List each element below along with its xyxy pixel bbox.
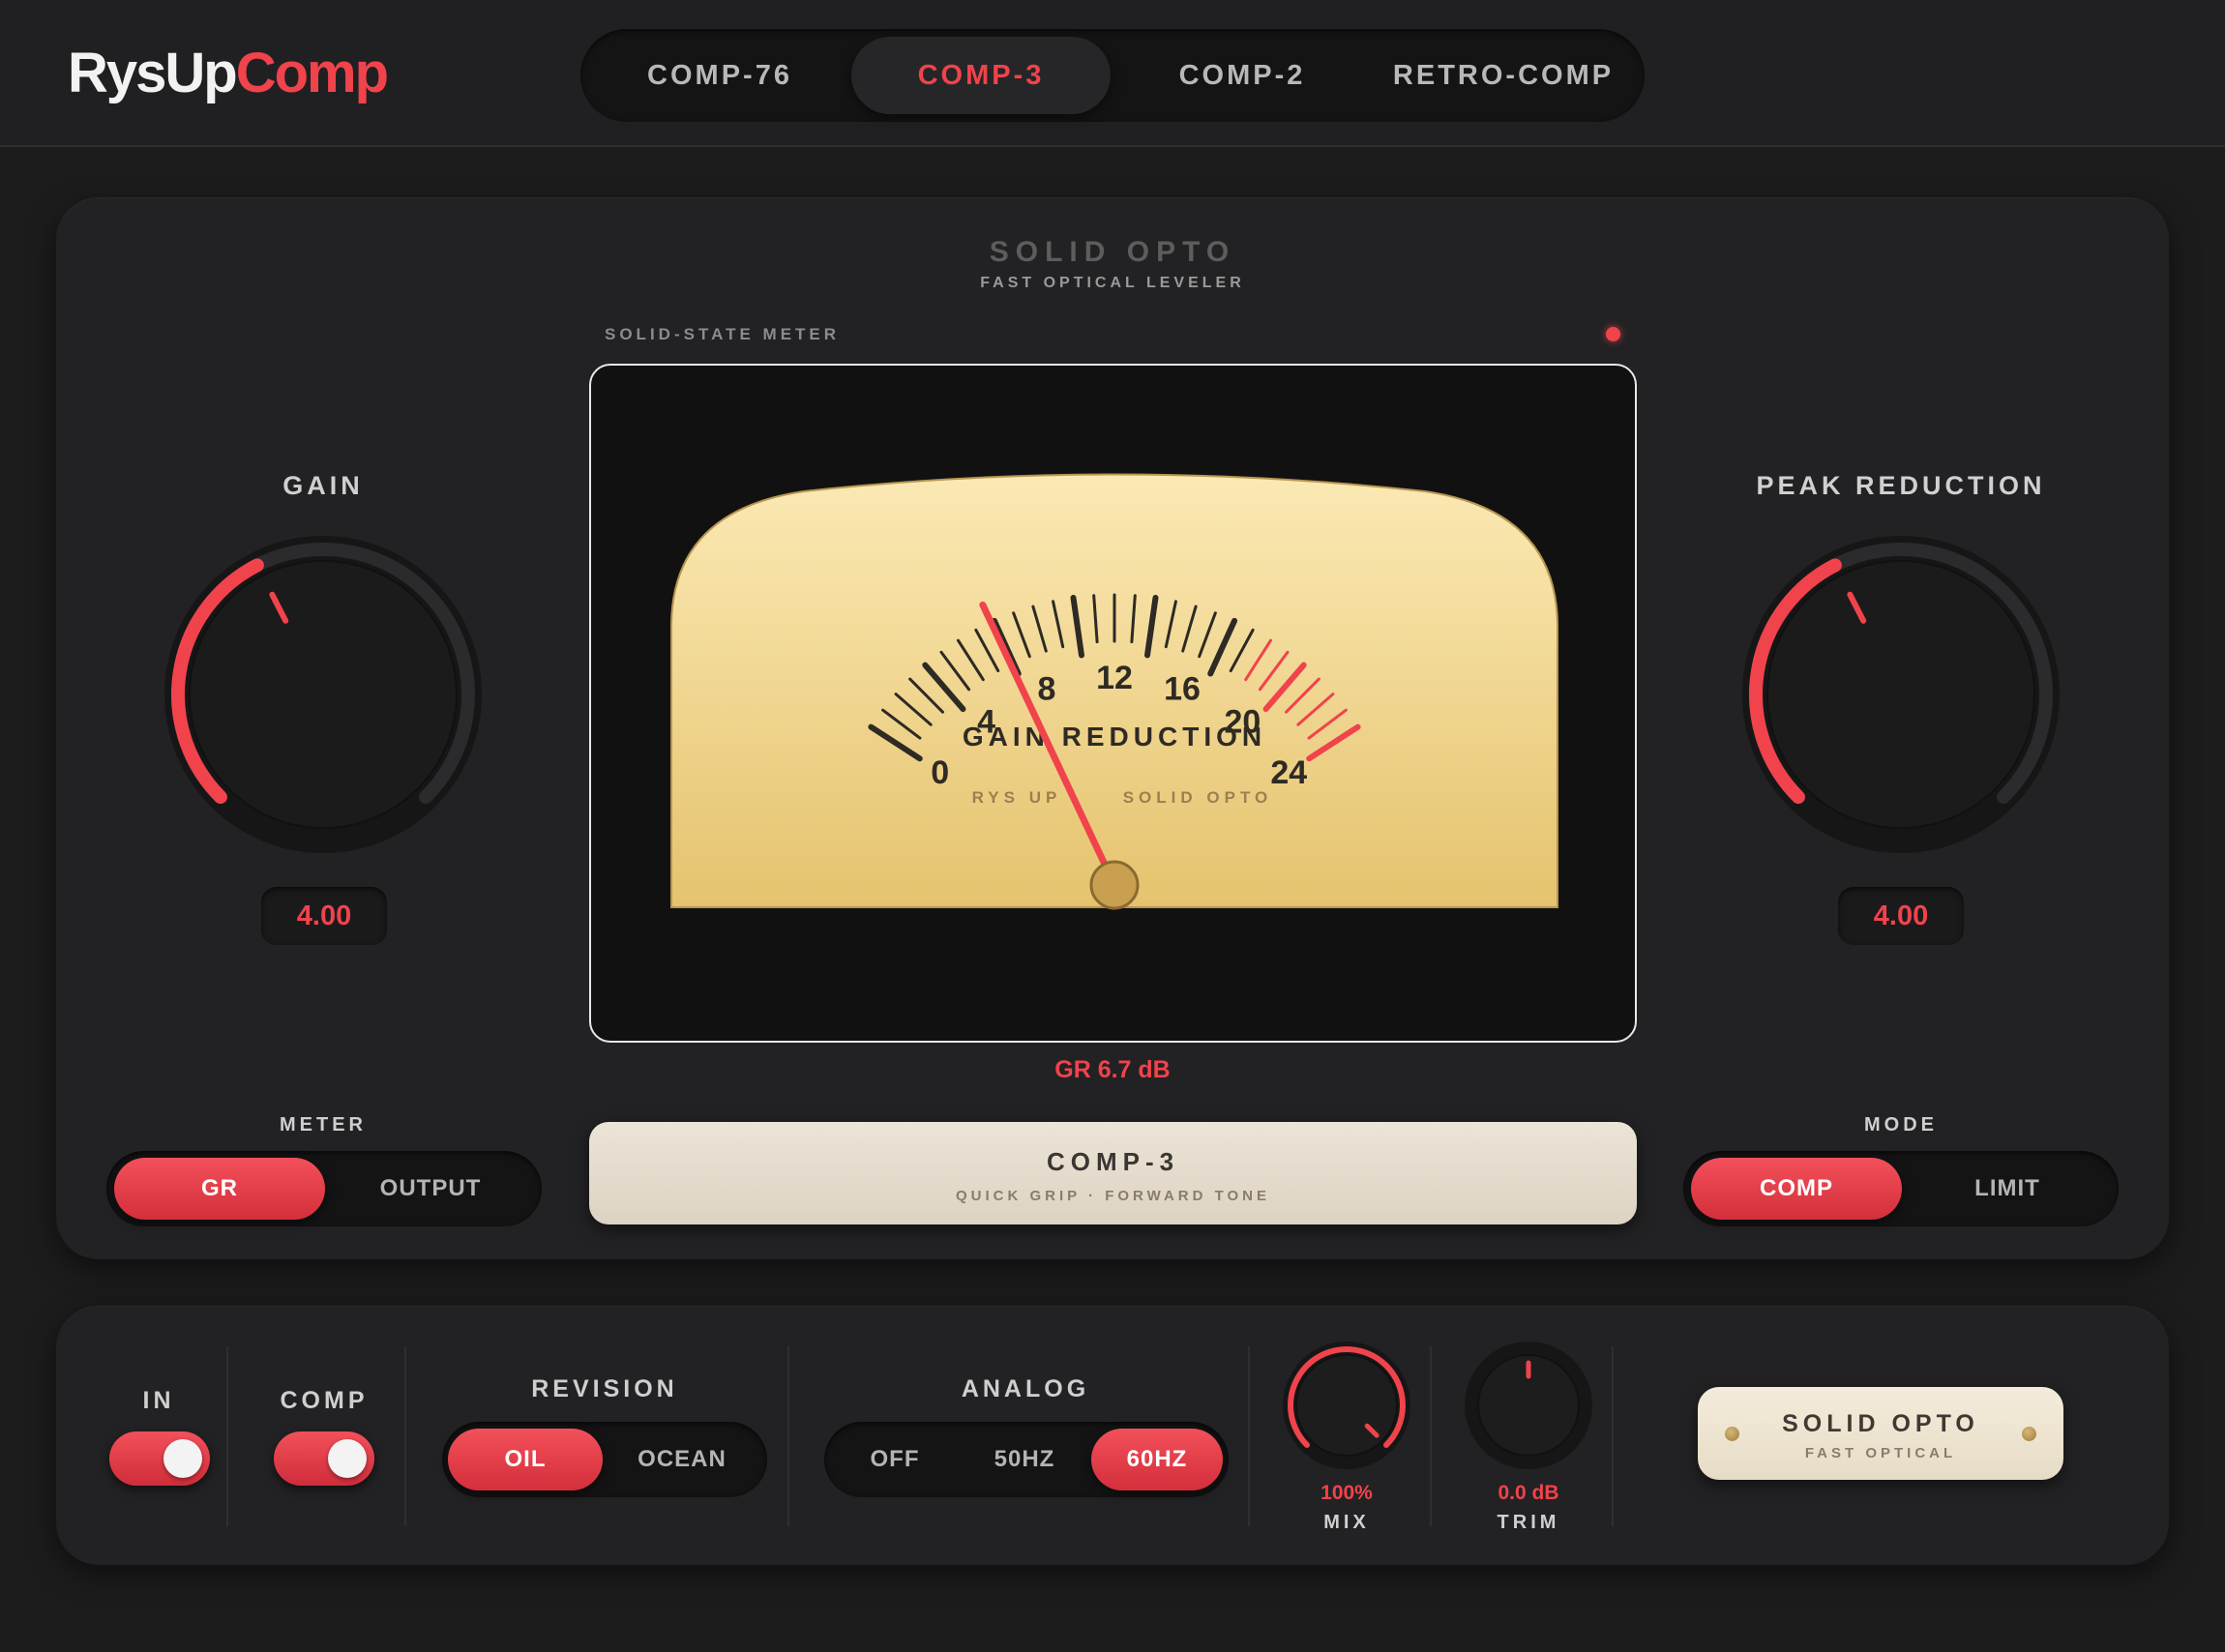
trim-label: TRIM (1497, 1512, 1560, 1533)
meter-scale-label: 24 (1270, 754, 1307, 791)
meter-gr-button[interactable]: GR (114, 1158, 325, 1220)
meter-scale-title: GAIN REDUCTION (963, 722, 1266, 752)
model-subtitle: FAST OPTICAL LEVELER (980, 275, 1245, 291)
mode-limit-button[interactable]: LIMIT (1902, 1158, 2113, 1220)
divider (1612, 1346, 1614, 1526)
tab-comp-3[interactable]: COMP-3 (851, 37, 1111, 114)
meter-label: SOLID-STATE METER (605, 325, 841, 343)
comp-toggle[interactable] (274, 1431, 374, 1486)
comp-label: COMP (280, 1387, 369, 1414)
divider (787, 1346, 789, 1526)
revision-oil-button[interactable]: OIL (448, 1429, 603, 1490)
meter-maker-right: SOLID OPTO (1123, 788, 1273, 807)
mix-label: MIX (1323, 1512, 1370, 1533)
brand-name-part2: Comp (235, 42, 389, 104)
gain-reduction-readout: GR 6.7 dB (1054, 1056, 1171, 1083)
meter-output-button[interactable]: OUTPUT (325, 1158, 536, 1220)
divider (1248, 1346, 1250, 1526)
divider (404, 1346, 406, 1526)
knob-body (1766, 560, 2035, 829)
mode-comp-button[interactable]: COMP (1691, 1158, 1902, 1220)
model-tabs: COMP-76 COMP-3 COMP-2 RETRO-COMP (580, 29, 1645, 122)
model-badge: SOLID OPTO FAST OPTICAL (1698, 1387, 2063, 1480)
revision-select: OIL OCEAN (442, 1422, 767, 1497)
meter-select: GR OUTPUT (106, 1151, 542, 1226)
model-title: SOLID OPTO (989, 236, 1236, 268)
in-label: IN (142, 1387, 175, 1414)
meter-scale-label: 16 (1164, 671, 1201, 708)
revision-title: REVISION (531, 1375, 678, 1402)
analog-title: ANALOG (961, 1375, 1090, 1402)
peak-reduction-title: PEAK REDUCTION (1756, 471, 2046, 500)
analog-select: OFF 50HZ 60HZ (824, 1422, 1229, 1497)
meter-select-title: METER (280, 1114, 367, 1136)
trim-knob[interactable] (1461, 1338, 1596, 1473)
mix-knob[interactable] (1279, 1338, 1414, 1473)
trim-value: 0.0 dB (1498, 1482, 1559, 1504)
gain-value: 4.00 (261, 887, 387, 945)
gain-title: GAIN (282, 471, 364, 500)
status-led (1606, 327, 1620, 341)
meter-scale-label: 0 (931, 754, 949, 791)
tab-comp-76[interactable]: COMP-76 (590, 37, 849, 114)
knob-body (189, 560, 458, 829)
badge-subtitle: FAST OPTICAL (1804, 1445, 1957, 1461)
peak-reduction-knob[interactable] (1736, 530, 2065, 859)
toggle-knob (328, 1439, 367, 1478)
brand-logo: RysUpComp (68, 41, 389, 105)
mix-value: 100% (1320, 1482, 1373, 1504)
header: RysUpComp COMP-76 COMP-3 COMP-2 RETRO-CO… (0, 0, 2225, 147)
vu-meter: 0 4 8 12 16 20 24 GAIN REDUCTION RYS UP SOLID … (589, 364, 1637, 1043)
meter-scale-label: 12 (1096, 660, 1133, 696)
vu-meter-face: 048 12 162024 GAIN REDUCTION RYS UP SOLID … (670, 473, 1558, 910)
meter-scale-label: 8 (1038, 671, 1056, 708)
gain-knob[interactable] (159, 530, 488, 859)
analog-60hz-button[interactable]: 60HZ (1091, 1429, 1223, 1490)
mode-select-title: MODE (1864, 1114, 1938, 1136)
mode-select: COMP LIMIT (1683, 1151, 2119, 1226)
in-toggle[interactable] (109, 1431, 210, 1486)
analog-50hz-button[interactable]: 50HZ (960, 1429, 1089, 1490)
divider (226, 1346, 228, 1526)
nameplate-subtitle: QUICK GRIP · FORWARD TONE (955, 1188, 1270, 1204)
knob-body (1295, 1354, 1398, 1457)
toggle-knob (163, 1439, 202, 1478)
brand-name-part1: RysUp (68, 42, 238, 104)
badge-title: SOLID OPTO (1782, 1410, 1979, 1437)
tab-comp-2[interactable]: COMP-2 (1112, 37, 1372, 114)
model-nameplate: COMP-3 QUICK GRIP · FORWARD TONE (589, 1122, 1637, 1224)
nameplate-title: COMP-3 (1046, 1147, 1180, 1176)
peak-reduction-value: 4.00 (1838, 887, 1964, 945)
meter-maker-left: RYS UP (972, 788, 1062, 807)
divider (1430, 1346, 1432, 1526)
analog-off-button[interactable]: OFF (830, 1429, 960, 1490)
revision-ocean-button[interactable]: OCEAN (603, 1429, 761, 1490)
tab-retro-comp[interactable]: RETRO-COMP (1374, 37, 1633, 114)
needle-pivot (1089, 860, 1140, 910)
